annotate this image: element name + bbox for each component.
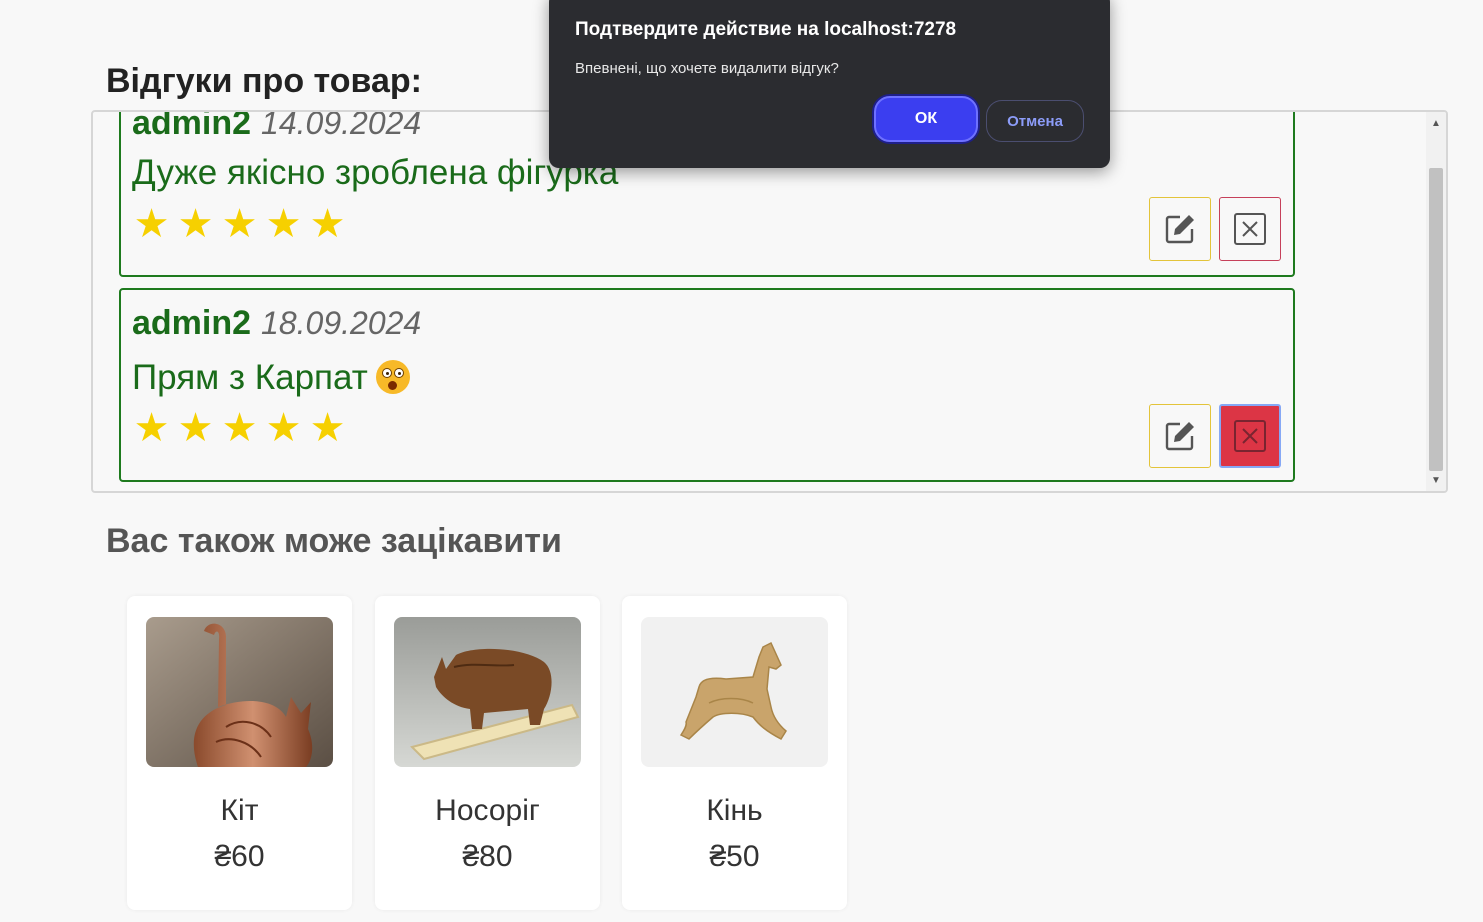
edit-icon [1165,422,1194,451]
wooden-rhino-image[interactable] [394,617,581,767]
star-icon: ★ [265,406,302,450]
ok-button[interactable]: ОК [874,96,978,142]
vertical-scrollbar[interactable]: ▲ ▼ [1426,112,1446,491]
dialog-title: Подтвердите действие на localhost:7278 [575,19,957,40]
star-rating: ★ ★ ★ ★ ★ [131,204,348,244]
review-text: Прям з Карпат [132,358,368,397]
star-icon: ★ [133,406,170,450]
close-box-icon [1234,213,1266,245]
star-icon: ★ [221,406,258,450]
review-author: admin2 [132,304,252,342]
close-box-icon [1234,420,1266,452]
product-card-rhino[interactable]: Носоріг ₴80 [375,596,600,910]
product-card-horse[interactable]: Кінь ₴50 [622,596,847,910]
review-date: 14.09.2024 [261,110,422,141]
wooden-horse-image[interactable] [641,617,828,767]
review-date: 18.09.2024 [261,305,422,341]
scroll-down-arrow-icon[interactable]: ▼ [1426,471,1446,491]
scrollbar-thumb[interactable] [1429,168,1443,471]
review-text: Дуже якісно зроблена фігурка [132,153,619,192]
review-card: admin2 18.09.2024 Прям з Карпат ★ ★ ★ ★ ★ [119,288,1295,482]
product-name: Кіт [220,794,259,827]
review-text-line: Прям з Карпат [132,358,410,398]
cancel-button[interactable]: Отмена [986,100,1084,142]
product-name: Кінь [706,794,763,827]
star-icon: ★ [309,202,346,246]
product-price: ₴50 [709,840,760,873]
dialog-message: Впевнені, що хочете видалити відгук? [575,60,839,77]
product-card-cat[interactable]: Кіт ₴60 [127,596,352,910]
edit-review-button[interactable] [1149,404,1211,468]
suggestions-heading: Вас також може зацікавити [106,522,562,560]
star-icon: ★ [265,202,302,246]
delete-review-button[interactable] [1219,404,1281,468]
star-icon: ★ [221,202,258,246]
edit-review-button[interactable] [1149,197,1211,261]
confirm-dialog: Подтвердите действие на localhost:7278 В… [549,0,1110,168]
reviews-heading: Відгуки про товар: [106,62,422,100]
scroll-up-arrow-icon[interactable]: ▲ [1426,114,1446,134]
edit-icon [1165,215,1194,244]
review-author: admin2 [132,110,252,142]
delete-review-button[interactable] [1219,197,1281,261]
star-icon: ★ [309,406,346,450]
star-icon: ★ [133,202,170,246]
wooden-cat-image[interactable] [146,617,333,767]
star-rating: ★ ★ ★ ★ ★ [131,408,348,448]
review-header: admin2 18.09.2024 [132,304,421,343]
review-header: admin2 14.09.2024 [132,110,422,143]
star-icon: ★ [177,406,214,450]
astonished-face-emoji-icon [375,360,410,394]
product-name: Носоріг [435,794,540,827]
product-price: ₴80 [462,840,513,873]
product-price: ₴60 [214,840,265,873]
star-icon: ★ [177,202,214,246]
